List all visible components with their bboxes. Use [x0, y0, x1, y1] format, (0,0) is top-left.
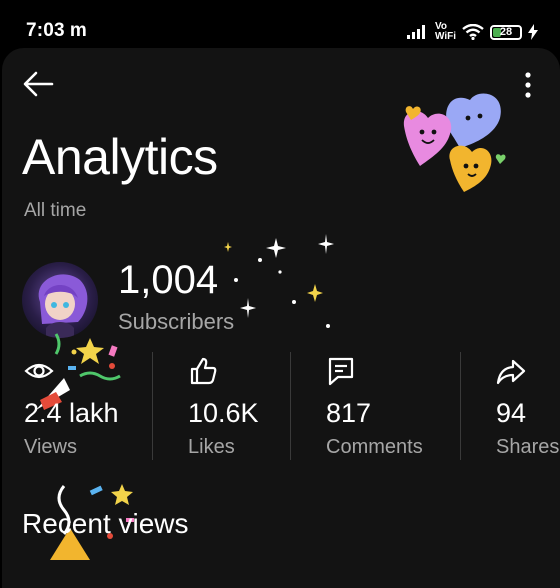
likes-label: Likes: [188, 436, 235, 458]
stat-views[interactable]: 2.4 lakh Views: [24, 356, 134, 464]
clock: 7:03: [26, 20, 65, 41]
wifi-icon: [462, 24, 484, 40]
subscriber-label: Subscribers: [118, 309, 235, 334]
avatar-character-image: [38, 274, 88, 338]
more-options-icon[interactable]: [519, 70, 537, 100]
volte-wifi-indicator: Vo WiFi: [434, 21, 456, 42]
signal-icon: [406, 25, 425, 39]
recent-views-title: Recent views: [22, 508, 189, 539]
back-arrow-icon[interactable]: [22, 70, 54, 98]
stat-divider: [460, 352, 461, 460]
subscriber-count: 1,004: [118, 258, 219, 302]
thumbs-up-icon: [190, 357, 217, 385]
status-icons: Vo WiFi 28: [406, 20, 538, 44]
comments-label: Comments: [326, 436, 423, 458]
stat-shares[interactable]: 94 Shares: [496, 356, 560, 464]
battery-icon: 28: [490, 24, 522, 40]
stat-likes[interactable]: 10.6K Likes: [188, 356, 288, 464]
comment-icon: [328, 357, 354, 386]
stat-divider: [152, 352, 153, 460]
shares-value: 94: [496, 398, 527, 428]
page-title: Analytics: [22, 129, 218, 185]
eye-icon: [24, 363, 54, 379]
likes-value: 10.6K: [188, 398, 259, 428]
charging-icon: [528, 24, 538, 40]
stat-divider: [290, 352, 291, 460]
share-icon: [496, 359, 526, 385]
views-label: Views: [24, 436, 77, 458]
period-label[interactable]: All time: [24, 200, 86, 222]
status-time: 7:03 m: [26, 20, 87, 42]
channel-avatar[interactable]: [22, 262, 98, 338]
views-value: 2.4 lakh: [24, 398, 119, 428]
stat-comments[interactable]: 817 Comments: [326, 356, 446, 464]
shares-label: Shares: [496, 436, 560, 458]
notification-icon: m: [69, 20, 87, 41]
comments-value: 817: [326, 398, 372, 428]
